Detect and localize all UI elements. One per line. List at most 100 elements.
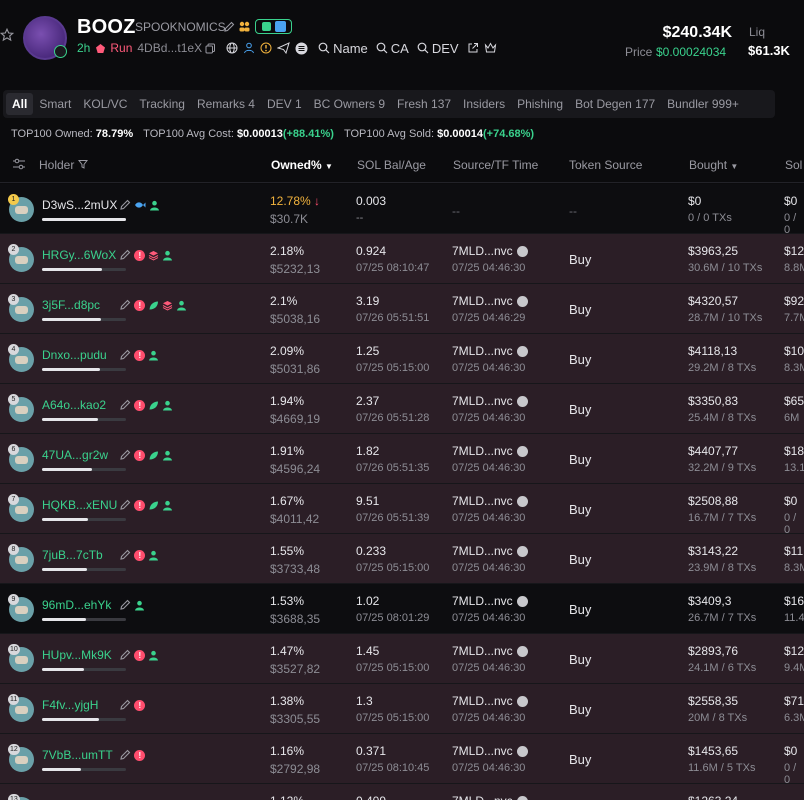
holder-address[interactable]: A64o...kao2 (42, 398, 106, 412)
source-address[interactable]: 7MLD...nvc (452, 694, 528, 708)
owned-value: $3305,55 (270, 712, 321, 726)
col-source[interactable]: Source/TF Time (453, 158, 538, 172)
star-icon[interactable] (0, 28, 14, 42)
tab-bot-degen[interactable]: Bot Degen 177 (569, 93, 661, 115)
alert-icon[interactable] (260, 42, 272, 54)
tab-dev[interactable]: DEV 1 (261, 93, 308, 115)
avg-sold-value: $0.00014 (437, 128, 484, 140)
source-address[interactable]: 7MLD...nvc (452, 744, 528, 758)
holder-address[interactable]: Dnxo...pudu (42, 348, 107, 362)
list-circle-icon (516, 445, 528, 457)
edit-icon[interactable] (119, 699, 131, 711)
crown-icon[interactable] (484, 42, 497, 54)
sol-balance: 0.924 (356, 244, 387, 258)
table-row[interactable]: 2 HRGy...6WoX! 2.18% $5232,13 0.924 07/25 08:… (0, 234, 804, 284)
sold-value: $12 (784, 244, 804, 258)
edit-icon[interactable] (223, 21, 235, 33)
col-sold[interactable]: Sol (785, 158, 802, 172)
holder-address[interactable]: HRGy...6WoX (42, 248, 116, 262)
edit-icon[interactable] (119, 249, 131, 261)
source-address[interactable]: 7MLD...nvc (452, 444, 528, 458)
holder-address[interactable]: F4fv...yjgH (42, 698, 98, 712)
source-address[interactable]: 7MLD...nvc (452, 594, 528, 608)
sort-icon: ▼ (730, 162, 739, 171)
table-row[interactable]: 3 3j5F...d8pc! 2.1% $5038,16 3.19 07/26 05:51… (0, 284, 804, 334)
holder-tags: ! (119, 699, 146, 711)
person-icon[interactable] (243, 42, 255, 54)
source-address[interactable]: 7MLD...nvc (452, 344, 528, 358)
col-bought[interactable]: Bought ▼ (689, 158, 738, 172)
list-circle-icon (516, 345, 528, 357)
table-row[interactable]: 1 D3wS...2mUX 12.78% ↓ $30.7K 0.003 -- -- -- $0 0… (0, 184, 804, 236)
tab-bc-owners[interactable]: BC Owners 9 (308, 93, 391, 115)
table-row[interactable]: 11 F4fv...yjgH! 1.38% $3305,55 1.3 07/25 05:1… (0, 684, 804, 734)
holder-address[interactable]: 96mD...ehYk (42, 598, 111, 612)
col-sol[interactable]: SOL Bal/Age (357, 158, 426, 172)
sol-age: 07/25 05:15:00 (356, 712, 430, 724)
tab-remarks[interactable]: Remarks 4 (191, 93, 261, 115)
source-address[interactable]: 7MLD...nvc (452, 544, 528, 558)
source-address[interactable]: 7MLD...nvc (452, 644, 528, 658)
contract-address[interactable]: 4DBd...t1eX (137, 41, 202, 55)
holder-address[interactable]: 7juB...7cTb (42, 548, 103, 562)
settings-sliders-icon[interactable] (12, 157, 26, 171)
tab-all[interactable]: All (6, 93, 34, 115)
holder-address[interactable]: 3j5F...d8pc (42, 298, 100, 312)
list-circle-icon[interactable] (295, 42, 308, 55)
table-row[interactable]: 5 A64o...kao2! 1.94% $4669,19 2.37 07/26 05:5… (0, 384, 804, 434)
send-icon[interactable] (277, 42, 290, 54)
edit-icon[interactable] (119, 749, 131, 761)
table-row[interactable]: 7 HQKB...xENU! 1.67% $4011,42 9.51 07/26 05:5… (0, 484, 804, 536)
copy-icon[interactable] (205, 43, 216, 54)
edit-icon[interactable] (119, 499, 131, 511)
table-row[interactable]: 9 96mD...ehYk 1.53% $3688,35 1.02 07/25 08:01… (0, 584, 804, 634)
holders-table: 1 D3wS...2mUX 12.78% ↓ $30.7K 0.003 -- -- -- $0 0… (0, 184, 804, 800)
edit-icon[interactable] (119, 549, 131, 561)
tab-tracking[interactable]: Tracking (133, 93, 191, 115)
table-row[interactable]: 8 7juB...7cTb! 1.55% $3733,48 0.233 07/25 05:… (0, 534, 804, 584)
sold-sub: 0 / 0 (784, 762, 797, 786)
edit-icon[interactable] (119, 599, 131, 611)
tab-fresh[interactable]: Fresh 137 (391, 93, 457, 115)
edit-icon[interactable] (119, 449, 131, 461)
holder-address[interactable]: HUpv...Mk9K (42, 648, 112, 662)
edit-icon[interactable] (119, 199, 131, 211)
holding-bar (42, 218, 126, 221)
tab-kol-vc[interactable]: KOL/VC (77, 93, 133, 115)
table-row[interactable]: 10 HUpv...Mk9K! 1.47% $3527,82 1.45 07/25 05:… (0, 634, 804, 684)
search-name-link[interactable]: Name (318, 41, 368, 56)
filter-icon[interactable] (77, 159, 88, 169)
tab-smart[interactable]: Smart (33, 93, 77, 115)
table-row[interactable]: 13 1.12% 0.409 7MLD...nvc $1263,24 (0, 784, 804, 800)
edit-icon[interactable] (119, 399, 131, 411)
social-badges[interactable] (255, 19, 292, 34)
tab-bundler[interactable]: Bundler 999+ (661, 93, 745, 115)
holder-address[interactable]: 7VbB...umTT (42, 748, 113, 762)
holder-address[interactable]: D3wS...2mUX (42, 198, 117, 212)
col-token-source[interactable]: Token Source (569, 158, 642, 172)
source-address[interactable]: 7MLD...nvc (452, 394, 528, 408)
share-icon[interactable] (467, 42, 479, 54)
search-dev-link[interactable]: DEV (417, 41, 459, 56)
source-address[interactable]: 7MLD...nvc (452, 494, 528, 508)
table-row[interactable]: 6 47UA...gr2w! 1.91% $4596,24 1.82 07/26 05:5… (0, 434, 804, 484)
sol-balance: 3.19 (356, 294, 380, 308)
col-holder[interactable]: Holder (39, 158, 88, 172)
source-address[interactable]: 7MLD...nvc (452, 294, 528, 308)
token-source: Buy (569, 502, 592, 517)
edit-icon[interactable] (119, 349, 131, 361)
edit-icon[interactable] (119, 649, 131, 661)
globe-icon[interactable] (226, 42, 238, 54)
col-owned[interactable]: Owned% ▼ (271, 158, 333, 172)
source-address[interactable]: 7MLD...nvc (452, 244, 528, 258)
tab-phishing[interactable]: Phishing (511, 93, 569, 115)
holder-address[interactable]: HQKB...xENU (42, 498, 117, 512)
source-address[interactable]: 7MLD...nvc (452, 794, 528, 800)
table-row[interactable]: 12 7VbB...umTT! 1.16% $2792,98 0.371 07/25 08… (0, 734, 804, 786)
search-ca-link[interactable]: CA (376, 41, 409, 56)
edit-icon[interactable] (119, 299, 131, 311)
tab-insiders[interactable]: Insiders (457, 93, 511, 115)
holder-address[interactable]: 47UA...gr2w (42, 448, 108, 462)
fish-icon (134, 199, 146, 211)
table-row[interactable]: 4 Dnxo...pudu! 2.09% $5031,86 1.25 07/25 05:1… (0, 334, 804, 384)
